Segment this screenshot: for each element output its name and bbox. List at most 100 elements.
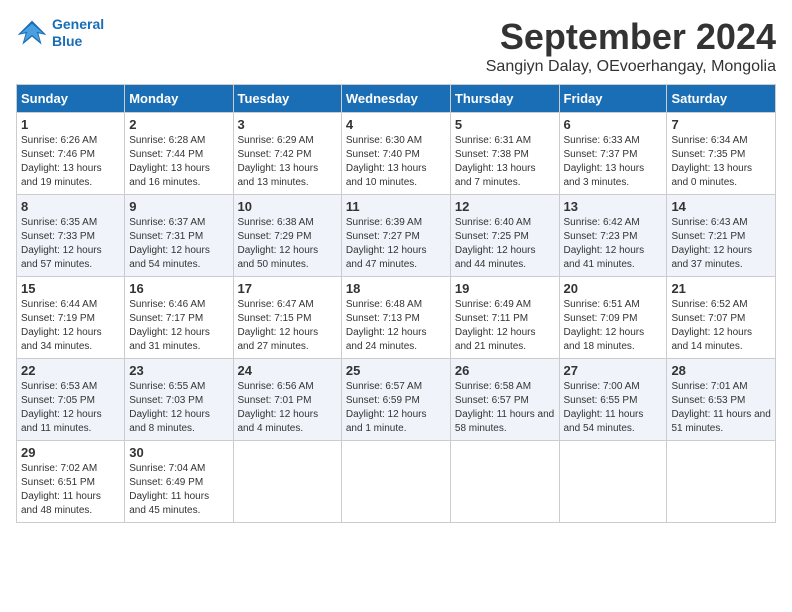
day-number: 19	[455, 281, 555, 296]
day-cell: 25 Sunrise: 6:57 AMSunset: 6:59 PMDayligh…	[341, 359, 450, 441]
day-detail: Sunrise: 6:47 AMSunset: 7:15 PMDaylight:…	[238, 298, 337, 354]
day-detail: Sunrise: 6:53 AMSunset: 7:05 PMDaylight:…	[21, 380, 120, 436]
day-detail: Sunrise: 6:34 AMSunset: 7:35 PMDaylight:…	[671, 134, 771, 190]
day-cell: 6 Sunrise: 6:33 AMSunset: 7:37 PMDaylight…	[559, 113, 667, 195]
day-detail: Sunrise: 6:44 AMSunset: 7:19 PMDaylight:…	[21, 298, 120, 354]
header-cell-tuesday: Tuesday	[233, 85, 341, 113]
logo-icon	[16, 19, 48, 47]
header-cell-monday: Monday	[125, 85, 233, 113]
day-number: 7	[671, 117, 771, 132]
day-cell	[667, 441, 776, 523]
day-number: 6	[564, 117, 663, 132]
day-number: 11	[346, 199, 446, 214]
day-detail: Sunrise: 7:00 AMSunset: 6:55 PMDaylight:…	[564, 380, 663, 436]
day-number: 12	[455, 199, 555, 214]
calendar-subtitle: Sangiyn Dalay, OEvoerhangay, Mongolia	[486, 58, 776, 76]
day-cell: 15Sunrise: 6:44 AMSunset: 7:19 PMDayligh…	[17, 277, 125, 359]
day-cell: 5Sunrise: 6:31 AMSunset: 7:38 PMDaylight…	[450, 113, 559, 195]
day-cell: 19 Sunrise: 6:49 AMSunset: 7:11 PMDayligh…	[450, 277, 559, 359]
calendar-table: SundayMondayTuesdayWednesdayThursdayFrid…	[16, 84, 776, 523]
day-detail: Sunrise: 6:52 AMSunset: 7:07 PMDaylight:…	[671, 298, 771, 354]
day-detail: Sunrise: 6:38 AMSunset: 7:29 PMDaylight:…	[238, 216, 337, 272]
header-cell-sunday: Sunday	[17, 85, 125, 113]
day-detail: Sunrise: 6:37 AMSunset: 7:31 PMDaylight:…	[129, 216, 228, 272]
day-cell: 30Sunrise: 7:04 AMSunset: 6:49 PMDayligh…	[125, 441, 233, 523]
day-cell: 18Sunrise: 6:48 AMSunset: 7:13 PMDayligh…	[341, 277, 450, 359]
day-cell: 21 Sunrise: 6:52 AMSunset: 7:07 PMDayligh…	[667, 277, 776, 359]
day-cell: 28 Sunrise: 7:01 AMSunset: 6:53 PMDayligh…	[667, 359, 776, 441]
week-row-4: 22Sunrise: 6:53 AMSunset: 7:05 PMDayligh…	[17, 359, 776, 441]
day-detail: Sunrise: 6:49 AMSunset: 7:11 PMDaylight:…	[455, 298, 555, 354]
day-number: 21	[671, 281, 771, 296]
day-number: 5	[455, 117, 555, 132]
day-detail: Sunrise: 7:01 AMSunset: 6:53 PMDaylight:…	[671, 380, 771, 436]
day-number: 3	[238, 117, 337, 132]
page-header: General Blue September 2024 Sangiyn Dala…	[16, 16, 776, 76]
day-detail: Sunrise: 6:48 AMSunset: 7:13 PMDaylight:…	[346, 298, 446, 354]
header-row: SundayMondayTuesdayWednesdayThursdayFrid…	[17, 85, 776, 113]
day-number: 23	[129, 363, 228, 378]
day-cell: 2Sunrise: 6:28 AMSunset: 7:44 PMDaylight…	[125, 113, 233, 195]
day-cell: 16 Sunrise: 6:46 AMSunset: 7:17 PMDayligh…	[125, 277, 233, 359]
day-number: 16	[129, 281, 228, 296]
day-cell	[559, 441, 667, 523]
day-cell: 1 Sunrise: 6:26 AMSunset: 7:46 PMDaylight…	[17, 113, 125, 195]
day-number: 26	[455, 363, 555, 378]
day-cell: 10 Sunrise: 6:38 AMSunset: 7:29 PMDayligh…	[233, 195, 341, 277]
calendar-title: September 2024	[486, 16, 776, 58]
day-cell	[233, 441, 341, 523]
day-detail: Sunrise: 6:56 AMSunset: 7:01 PMDaylight:…	[238, 380, 337, 436]
week-row-5: 29 Sunrise: 7:02 AMSunset: 6:51 PMDayligh…	[17, 441, 776, 523]
day-cell: 26Sunrise: 6:58 AMSunset: 6:57 PMDayligh…	[450, 359, 559, 441]
day-cell: 8 Sunrise: 6:35 AMSunset: 7:33 PMDaylight…	[17, 195, 125, 277]
day-detail: Sunrise: 6:43 AMSunset: 7:21 PMDaylight:…	[671, 216, 771, 272]
day-cell: 13 Sunrise: 6:42 AMSunset: 7:23 PMDayligh…	[559, 195, 667, 277]
day-cell: 23 Sunrise: 6:55 AMSunset: 7:03 PMDayligh…	[125, 359, 233, 441]
title-block: September 2024 Sangiyn Dalay, OEvoerhang…	[486, 16, 776, 76]
day-detail: Sunrise: 6:33 AMSunset: 7:37 PMDaylight:…	[564, 134, 663, 190]
day-detail: Sunrise: 6:28 AMSunset: 7:44 PMDaylight:…	[129, 134, 228, 190]
day-detail: Sunrise: 6:35 AMSunset: 7:33 PMDaylight:…	[21, 216, 120, 272]
day-number: 9	[129, 199, 228, 214]
day-number: 25	[346, 363, 446, 378]
day-detail: Sunrise: 6:51 AMSunset: 7:09 PMDaylight:…	[564, 298, 663, 354]
day-detail: Sunrise: 7:02 AMSunset: 6:51 PMDaylight:…	[21, 462, 120, 518]
logo: General Blue	[16, 16, 104, 50]
day-detail: Sunrise: 6:26 AMSunset: 7:46 PMDaylight:…	[21, 134, 120, 190]
day-cell: 20Sunrise: 6:51 AMSunset: 7:09 PMDayligh…	[559, 277, 667, 359]
day-cell: 12Sunrise: 6:40 AMSunset: 7:25 PMDayligh…	[450, 195, 559, 277]
day-number: 29	[21, 445, 120, 460]
week-row-3: 15Sunrise: 6:44 AMSunset: 7:19 PMDayligh…	[17, 277, 776, 359]
day-cell: 9 Sunrise: 6:37 AMSunset: 7:31 PMDaylight…	[125, 195, 233, 277]
header-cell-saturday: Saturday	[667, 85, 776, 113]
day-number: 1	[21, 117, 120, 132]
day-cell: 7 Sunrise: 6:34 AMSunset: 7:35 PMDaylight…	[667, 113, 776, 195]
header-cell-thursday: Thursday	[450, 85, 559, 113]
day-number: 4	[346, 117, 446, 132]
day-cell: 24 Sunrise: 6:56 AMSunset: 7:01 PMDayligh…	[233, 359, 341, 441]
day-detail: Sunrise: 6:46 AMSunset: 7:17 PMDaylight:…	[129, 298, 228, 354]
header-cell-friday: Friday	[559, 85, 667, 113]
day-number: 8	[21, 199, 120, 214]
day-cell: 4 Sunrise: 6:30 AMSunset: 7:40 PMDaylight…	[341, 113, 450, 195]
logo-text: General Blue	[52, 16, 104, 50]
day-detail: Sunrise: 6:30 AMSunset: 7:40 PMDaylight:…	[346, 134, 446, 190]
day-cell: 29 Sunrise: 7:02 AMSunset: 6:51 PMDayligh…	[17, 441, 125, 523]
day-cell: 22Sunrise: 6:53 AMSunset: 7:05 PMDayligh…	[17, 359, 125, 441]
day-number: 24	[238, 363, 337, 378]
day-cell: 27Sunrise: 7:00 AMSunset: 6:55 PMDayligh…	[559, 359, 667, 441]
day-number: 13	[564, 199, 663, 214]
day-cell: 17 Sunrise: 6:47 AMSunset: 7:15 PMDayligh…	[233, 277, 341, 359]
week-row-2: 8 Sunrise: 6:35 AMSunset: 7:33 PMDaylight…	[17, 195, 776, 277]
day-cell	[450, 441, 559, 523]
day-cell: 11Sunrise: 6:39 AMSunset: 7:27 PMDayligh…	[341, 195, 450, 277]
day-number: 28	[671, 363, 771, 378]
day-number: 10	[238, 199, 337, 214]
day-detail: Sunrise: 6:55 AMSunset: 7:03 PMDaylight:…	[129, 380, 228, 436]
week-row-1: 1 Sunrise: 6:26 AMSunset: 7:46 PMDaylight…	[17, 113, 776, 195]
day-number: 14	[671, 199, 771, 214]
day-cell: 14 Sunrise: 6:43 AMSunset: 7:21 PMDayligh…	[667, 195, 776, 277]
day-detail: Sunrise: 6:42 AMSunset: 7:23 PMDaylight:…	[564, 216, 663, 272]
day-detail: Sunrise: 6:57 AMSunset: 6:59 PMDaylight:…	[346, 380, 446, 436]
day-number: 17	[238, 281, 337, 296]
